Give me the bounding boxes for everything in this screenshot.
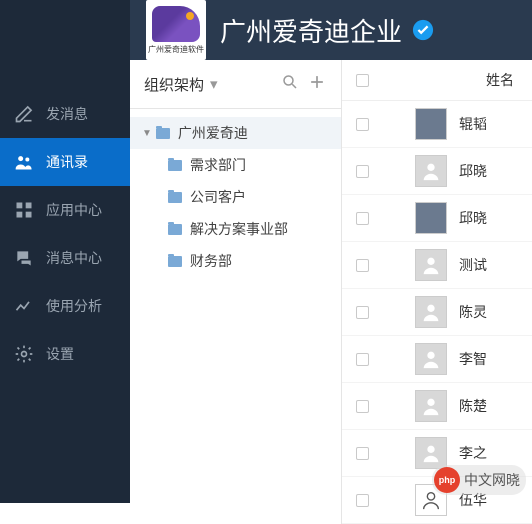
list-header: 姓名 — [342, 60, 532, 101]
avatar — [415, 249, 447, 281]
table-row[interactable]: 测试 — [342, 242, 532, 289]
sidebar-item-settings[interactable]: 设置 — [0, 330, 130, 378]
folder-icon — [168, 256, 182, 267]
edit-icon — [14, 104, 34, 124]
contact-name: 邱晓 — [459, 161, 487, 181]
sidebar-item-analytics[interactable]: 使用分析 — [0, 282, 130, 330]
avatar — [415, 155, 447, 187]
row-checkbox[interactable] — [356, 400, 369, 413]
logo: 广州爱奇迪软件 — [146, 0, 206, 60]
chevron-down-icon: ▾ — [210, 75, 218, 93]
sidebar-item-label: 消息中心 — [46, 248, 102, 268]
page-title: 广州爱奇迪企业 — [220, 12, 402, 49]
sidebar-item-label: 使用分析 — [46, 296, 102, 316]
contacts-icon — [14, 152, 34, 172]
chart-icon — [14, 296, 34, 316]
sidebar-item-label: 通讯录 — [46, 152, 88, 172]
gear-icon — [14, 344, 34, 364]
tree-child-label: 需求部门 — [190, 155, 246, 175]
tree-root-label: 广州爱奇迪 — [178, 123, 248, 143]
avatar — [415, 390, 447, 422]
contact-name: 测试 — [459, 255, 487, 275]
verified-icon — [412, 19, 434, 41]
sidebar-item-message-center[interactable]: 消息中心 — [0, 234, 130, 282]
sidebar-item-label: 设置 — [46, 344, 74, 364]
column-header-name: 姓名 — [369, 70, 518, 90]
main-panel: 广州爱奇迪软件 广州爱奇迪企业 组织架构 ▾ ▼ — [130, 0, 532, 503]
table-row[interactable]: 李智 — [342, 336, 532, 383]
avatar — [415, 108, 447, 140]
tree-child-label: 财务部 — [190, 251, 232, 271]
sidebar-item-app-center[interactable]: 应用中心 — [0, 186, 130, 234]
row-checkbox[interactable] — [356, 353, 369, 366]
tree-header: 组织架构 ▾ — [130, 60, 341, 109]
logo-text: 广州爱奇迪软件 — [148, 44, 204, 55]
tree-child-label: 公司客户 — [190, 187, 246, 207]
table-row[interactable]: 陈楚 — [342, 383, 532, 430]
row-checkbox[interactable] — [356, 259, 369, 272]
contact-name: 陈楚 — [459, 396, 487, 416]
row-checkbox[interactable] — [356, 494, 369, 507]
php-badge-icon: php — [434, 467, 460, 493]
table-row[interactable]: 辊韬 — [342, 101, 532, 148]
header: 广州爱奇迪软件 广州爱奇迪企业 — [130, 0, 532, 60]
contact-name: 李智 — [459, 349, 487, 369]
sidebar-item-send-message[interactable]: 发消息 — [0, 90, 130, 138]
contact-name: 李之 — [459, 443, 487, 463]
folder-icon — [168, 192, 182, 203]
folder-icon — [168, 224, 182, 235]
watermark: php 中文网晓 — [432, 465, 526, 495]
table-row[interactable]: 陈灵 — [342, 289, 532, 336]
row-checkbox[interactable] — [356, 165, 369, 178]
sidebar-item-label: 发消息 — [46, 104, 88, 124]
row-checkbox[interactable] — [356, 447, 369, 460]
avatar — [415, 296, 447, 328]
contact-name: 邱晓 — [459, 208, 487, 228]
triangle-down-icon: ▼ — [142, 128, 152, 139]
tree-child-label: 解决方案事业部 — [190, 219, 288, 239]
avatar — [415, 437, 447, 469]
tree-child[interactable]: 需求部门 — [130, 149, 341, 181]
avatar — [415, 343, 447, 375]
folder-icon — [168, 160, 182, 171]
table-row[interactable]: 邱晓 — [342, 195, 532, 242]
watermark-text: 中文网晓 — [464, 470, 520, 490]
chat-icon — [14, 248, 34, 268]
row-checkbox[interactable] — [356, 118, 369, 131]
tree-title-label: 组织架构 — [144, 74, 204, 95]
tree-child[interactable]: 解决方案事业部 — [130, 213, 341, 245]
avatar — [415, 202, 447, 234]
tree-title-dropdown[interactable]: 组织架构 ▾ — [144, 74, 273, 95]
tree-child[interactable]: 公司客户 — [130, 181, 341, 213]
grid-icon — [14, 200, 34, 220]
contacts-list: 姓名 辊韬 邱晓 邱晓 测试 陈灵 李智 陈楚 李之 伍华 — [342, 60, 532, 524]
sidebar-item-label: 应用中心 — [46, 200, 102, 220]
row-checkbox[interactable] — [356, 212, 369, 225]
row-checkbox[interactable] — [356, 306, 369, 319]
org-tree-panel: 组织架构 ▾ ▼ 广州爱奇迪 需求部门 公司客户 解决方案事业部 财务部 — [130, 60, 342, 524]
contact-name: 辊韬 — [459, 114, 487, 134]
sidebar-item-contacts[interactable]: 通讯录 — [0, 138, 130, 186]
contact-name: 陈灵 — [459, 302, 487, 322]
search-icon[interactable] — [281, 73, 299, 95]
folder-icon — [156, 128, 170, 139]
select-all-checkbox[interactable] — [356, 74, 369, 87]
table-row[interactable]: 邱晓 — [342, 148, 532, 195]
tree-child[interactable]: 财务部 — [130, 245, 341, 277]
add-icon[interactable] — [307, 72, 327, 96]
tree-root[interactable]: ▼ 广州爱奇迪 — [130, 117, 341, 149]
sidebar: 发消息 通讯录 应用中心 消息中心 使用分析 设置 — [0, 0, 130, 503]
